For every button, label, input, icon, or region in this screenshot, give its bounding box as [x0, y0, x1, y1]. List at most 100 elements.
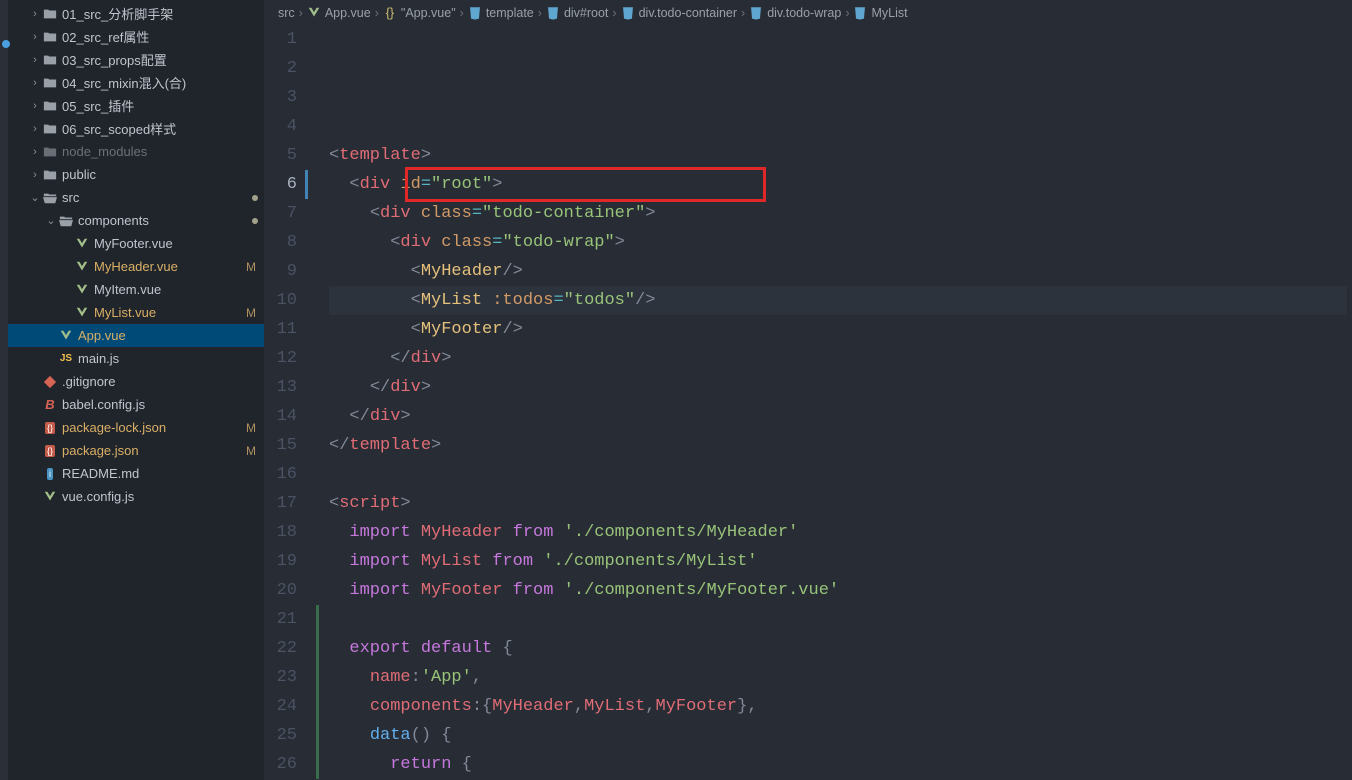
- explorer-item-01src[interactable]: ›01_src_分析脚手架: [8, 2, 264, 25]
- breadcrumb-item[interactable]: div#root: [546, 6, 608, 20]
- code-line[interactable]: <template>: [329, 141, 1347, 170]
- breadcrumb-item[interactable]: src: [278, 6, 295, 20]
- explorer-item-myfootervue[interactable]: MyFooter.vue: [8, 232, 264, 255]
- line-number: 25: [264, 721, 297, 750]
- explorer-item-02srcref[interactable]: ›02_src_ref属性: [8, 25, 264, 48]
- file-label: babel.config.js: [62, 397, 264, 412]
- explorer-item-04srcmixin[interactable]: ›04_src_mixin混入(合): [8, 71, 264, 94]
- breadcrumb-item[interactable]: MyList: [853, 6, 907, 20]
- line-number: 24: [264, 692, 297, 721]
- explorer-item-vueconfigjs[interactable]: vue.config.js: [8, 485, 264, 508]
- object-icon: {}: [383, 6, 397, 20]
- code-line[interactable]: return {: [329, 750, 1347, 779]
- line-number: 3: [264, 83, 297, 112]
- line-number: 10: [264, 286, 297, 315]
- activity-indicator-icon: [2, 40, 10, 48]
- file-label: MyItem.vue: [94, 282, 264, 297]
- file-label: 06_src_scoped样式: [62, 119, 264, 138]
- chevron-icon: ⌄: [44, 214, 58, 227]
- breadcrumb-label: MyList: [871, 6, 907, 20]
- code-line[interactable]: <div id="root">: [329, 170, 1347, 199]
- chevron-icon: ›: [28, 100, 42, 112]
- code-line[interactable]: </div>: [329, 344, 1347, 373]
- explorer-item-nodemodules[interactable]: ›node_modules: [8, 140, 264, 163]
- line-number: 8: [264, 228, 297, 257]
- explorer-item-mainjs[interactable]: JS main.js: [8, 347, 264, 370]
- file-label: main.js: [78, 351, 264, 366]
- json-file-icon: {}: [42, 422, 58, 434]
- explorer-item-src[interactable]: ⌄src: [8, 186, 264, 209]
- json-file-icon: {}: [42, 445, 58, 457]
- code-line[interactable]: <script>: [329, 489, 1347, 518]
- file-label: 01_src_分析脚手架: [62, 4, 264, 23]
- explorer-item-gitignore[interactable]: .gitignore: [8, 370, 264, 393]
- code-line[interactable]: <MyList :todos="todos"/>: [329, 286, 1347, 315]
- breadcrumb-label: div#root: [564, 6, 608, 20]
- code-line[interactable]: export default {: [329, 634, 1347, 663]
- explorer-item-myitemvue[interactable]: MyItem.vue: [8, 278, 264, 301]
- breadcrumb-item[interactable]: {}"App.vue": [383, 6, 456, 20]
- breadcrumb-label: div.todo-wrap: [767, 6, 841, 20]
- file-label: package-lock.json: [62, 420, 246, 435]
- chevron-icon: ›: [28, 77, 42, 89]
- explorer-item-appvue[interactable]: App.vue: [8, 324, 264, 347]
- breadcrumb-separator-icon: ›: [612, 6, 616, 20]
- vue-file-icon: [74, 283, 90, 297]
- folder-icon: [42, 76, 58, 90]
- code-editor[interactable]: 1234567891011121314151617181920212223242…: [264, 25, 1352, 780]
- code-line[interactable]: <div class="todo-container">: [329, 199, 1347, 228]
- code-line[interactable]: import MyList from './components/MyList': [329, 547, 1347, 576]
- breadcrumb-item[interactable]: div.todo-wrap: [749, 6, 841, 20]
- breadcrumb-separator-icon: ›: [845, 6, 849, 20]
- code-line[interactable]: data() {: [329, 721, 1347, 750]
- explorer-item-components[interactable]: ⌄components: [8, 209, 264, 232]
- breadcrumb-item[interactable]: template: [468, 6, 534, 20]
- explorer-item-public[interactable]: ›public: [8, 163, 264, 186]
- explorer-item-mylistvue[interactable]: MyList.vueM: [8, 301, 264, 324]
- folder-icon: [42, 168, 58, 182]
- code-line[interactable]: </template>: [329, 431, 1347, 460]
- minimap[interactable]: [1347, 25, 1352, 780]
- js-file-icon: JS: [58, 353, 74, 364]
- explorer-item-03srcprops[interactable]: ›03_src_props配置: [8, 48, 264, 71]
- breadcrumb-label: div.todo-container: [639, 6, 737, 20]
- line-number: 1: [264, 25, 297, 54]
- explorer-item-packagelockjson[interactable]: {} package-lock.jsonM: [8, 416, 264, 439]
- code-line[interactable]: import MyFooter from './components/MyFoo…: [329, 576, 1347, 605]
- line-number: 4: [264, 112, 297, 141]
- code-line[interactable]: <MyHeader/>: [329, 257, 1347, 286]
- code-content[interactable]: <template> <div id="root"> <div class="t…: [319, 25, 1347, 780]
- code-line[interactable]: components:{MyHeader,MyList,MyFooter},: [329, 692, 1347, 721]
- breadcrumb-item[interactable]: App.vue: [307, 6, 371, 20]
- code-line[interactable]: [329, 460, 1347, 489]
- explorer-item-babelconfigjs[interactable]: Bbabel.config.js: [8, 393, 264, 416]
- line-number: 9: [264, 257, 297, 286]
- explorer-item-06srcscoped[interactable]: ›06_src_scoped样式: [8, 117, 264, 140]
- chevron-icon: ›: [28, 31, 42, 43]
- vue-file-icon: [58, 329, 74, 343]
- code-line[interactable]: </div>: [329, 402, 1347, 431]
- breadcrumb-item[interactable]: div.todo-container: [621, 6, 737, 20]
- breadcrumb[interactable]: src›App.vue›{}"App.vue"›template›div#roo…: [264, 0, 1352, 25]
- folder-icon: [42, 30, 58, 44]
- line-number: 23: [264, 663, 297, 692]
- code-line[interactable]: </div>: [329, 373, 1347, 402]
- git-status-badge: M: [246, 421, 264, 435]
- breadcrumb-separator-icon: ›: [460, 6, 464, 20]
- explorer-item-05src[interactable]: ›05_src_插件: [8, 94, 264, 117]
- file-explorer[interactable]: ›01_src_分析脚手架›02_src_ref属性›03_src_props配…: [8, 0, 264, 780]
- code-line[interactable]: <div class="todo-wrap">: [329, 228, 1347, 257]
- folder-icon: [42, 145, 58, 159]
- chevron-icon: ›: [28, 169, 42, 181]
- code-line[interactable]: [329, 605, 1347, 634]
- breadcrumb-label: App.vue: [325, 6, 371, 20]
- folder-open-icon: [58, 214, 74, 228]
- explorer-item-readmemd[interactable]: iREADME.md: [8, 462, 264, 485]
- explorer-item-packagejson[interactable]: {}package.jsonM: [8, 439, 264, 462]
- explorer-item-myheadervue[interactable]: MyHeader.vueM: [8, 255, 264, 278]
- code-line[interactable]: name:'App',: [329, 663, 1347, 692]
- line-number: 6: [264, 170, 297, 199]
- code-line[interactable]: <MyFooter/>: [329, 315, 1347, 344]
- code-line[interactable]: import MyHeader from './components/MyHea…: [329, 518, 1347, 547]
- file-label: node_modules: [62, 144, 264, 159]
